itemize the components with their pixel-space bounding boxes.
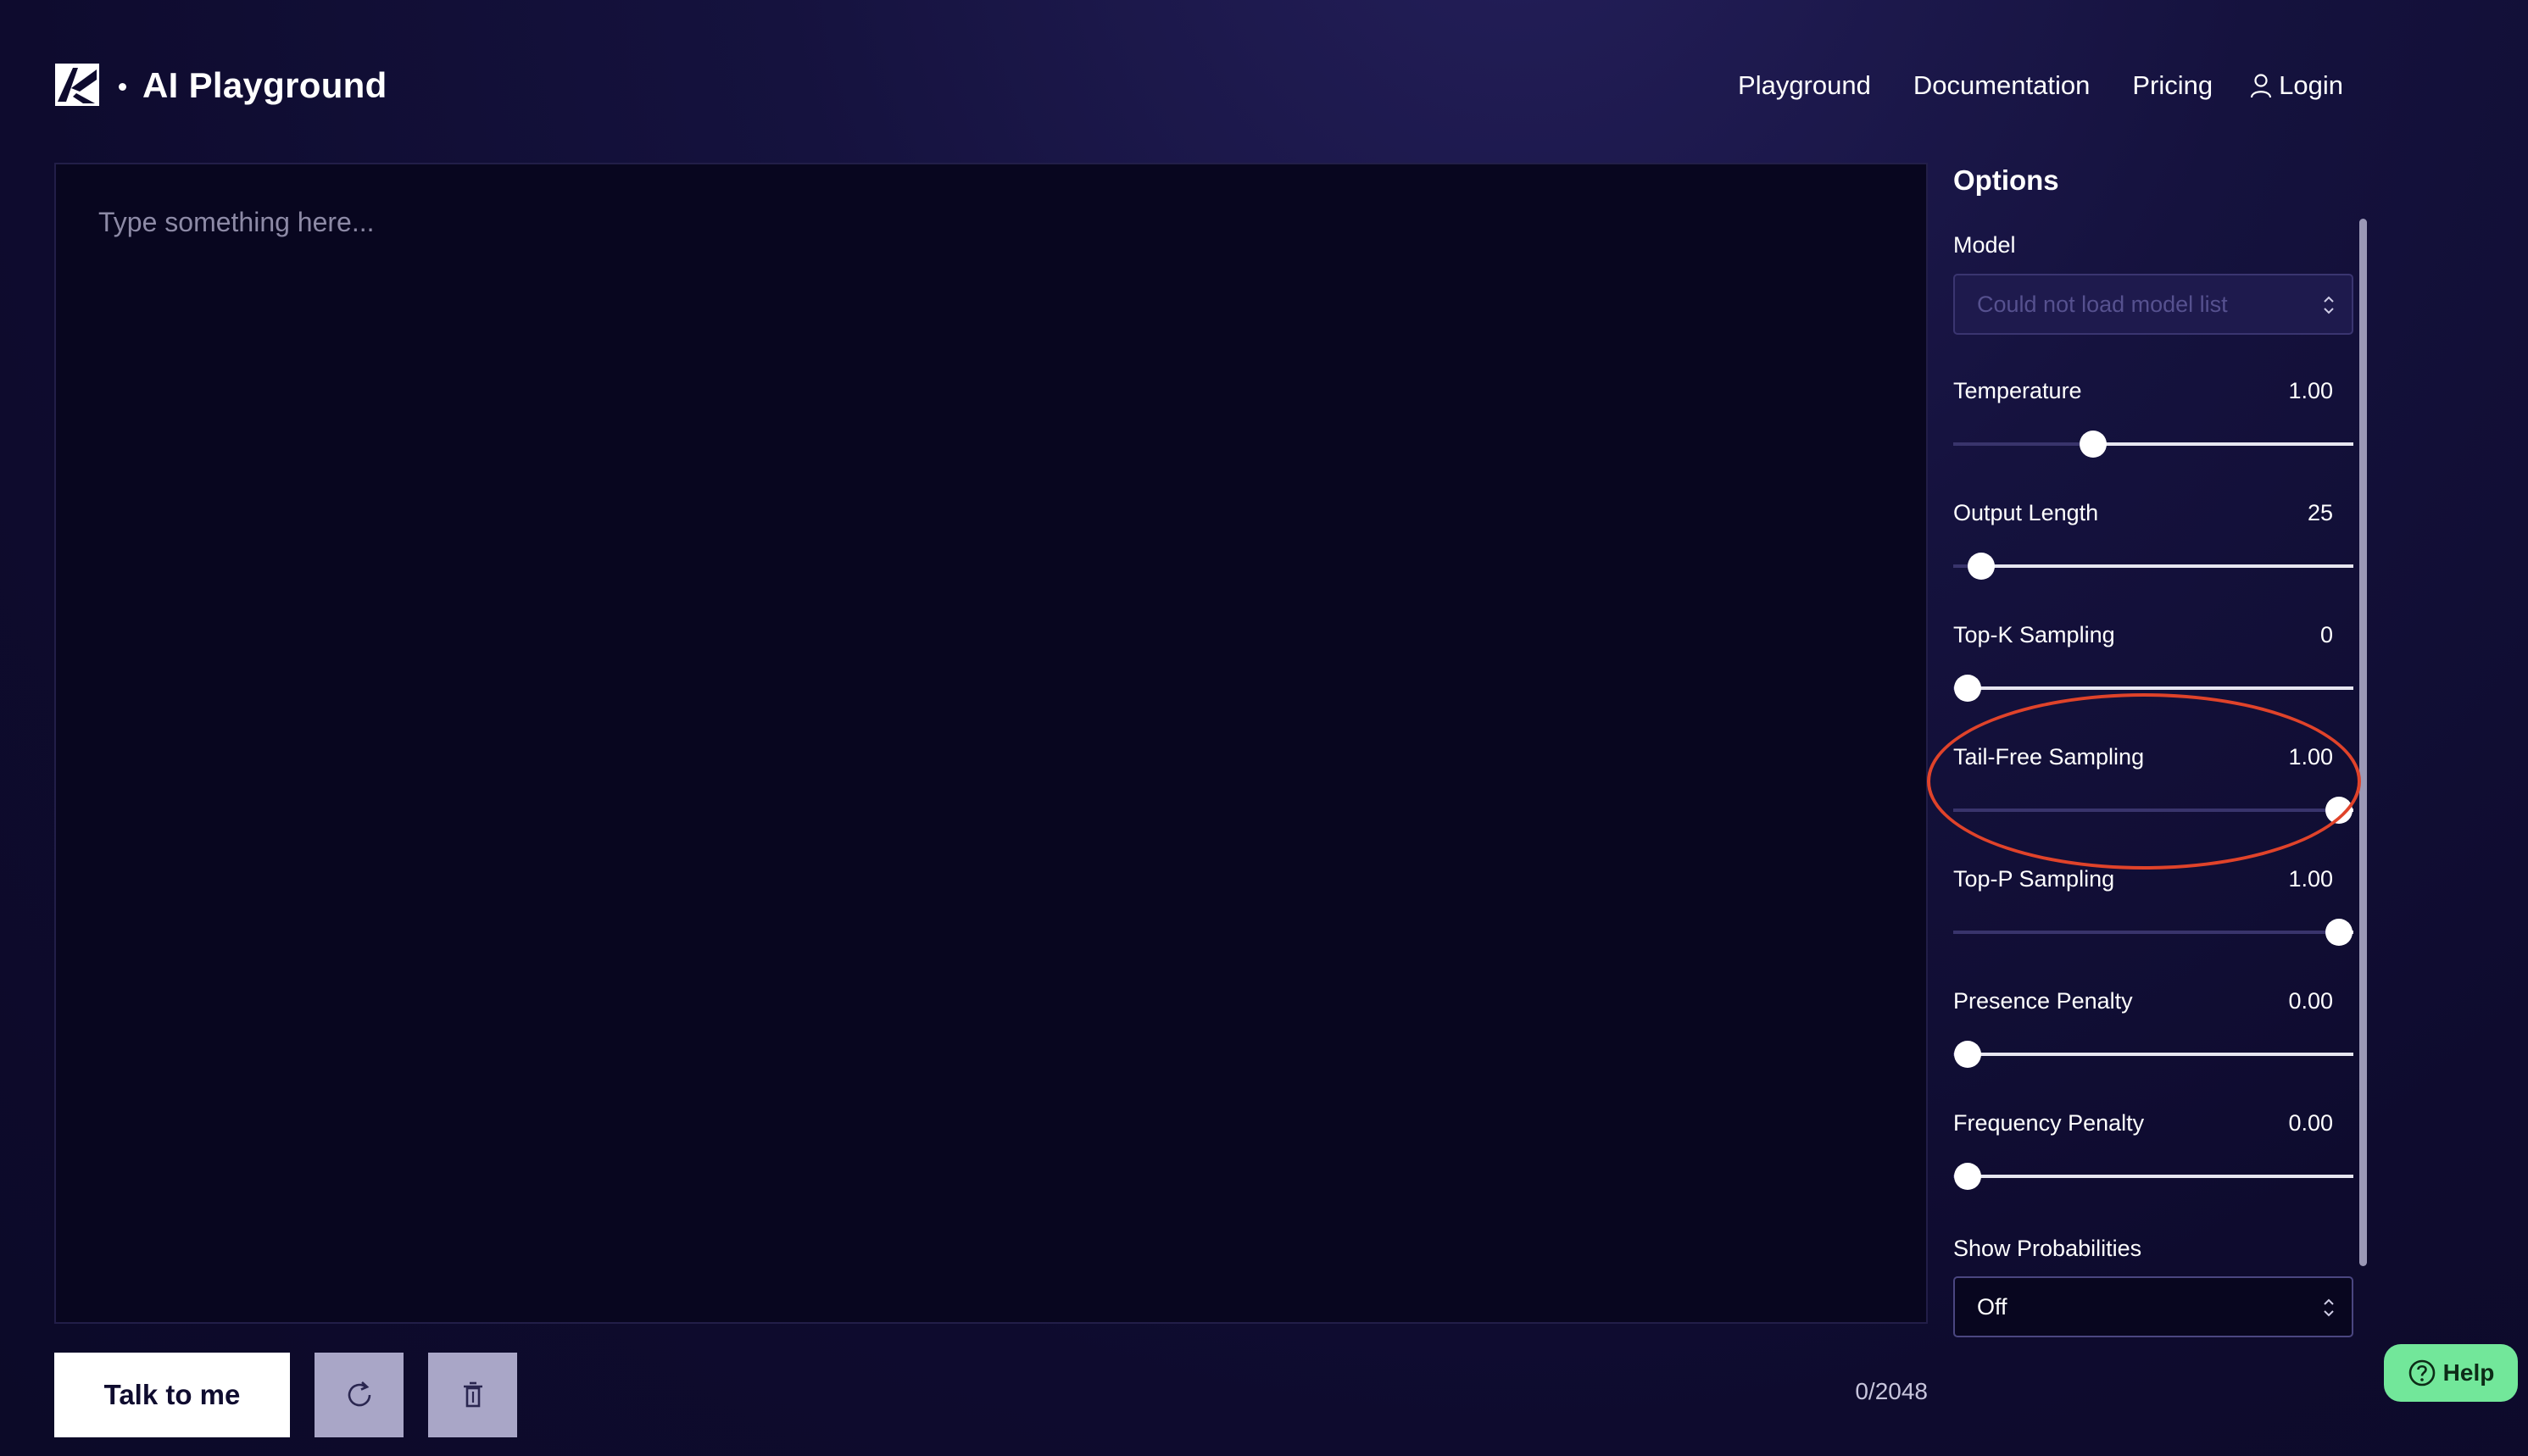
slider-value: 25 (2307, 500, 2333, 525)
talk-button[interactable]: Talk to me (54, 1353, 290, 1437)
page-title[interactable]: AI Playground (142, 63, 387, 108)
slider-value: 1.00 (2288, 378, 2333, 403)
prompt-placeholder: Type something here... (98, 207, 375, 237)
slider-track[interactable] (1953, 919, 2353, 946)
help-icon (2408, 1359, 2435, 1387)
top-nav: Playground Documentation Pricing Login (1738, 66, 2343, 105)
token-counter: 0/2048 (1855, 1378, 1928, 1404)
slider-label: Top-K Sampling (1953, 622, 2115, 647)
slider-thumb[interactable] (1953, 1041, 1981, 1068)
show-probabilities-select[interactable]: Off (1953, 1276, 2353, 1337)
slider-label: Output Length (1953, 500, 2099, 525)
slider-value: 0 (2319, 622, 2333, 647)
nav-pricing[interactable]: Pricing (2132, 66, 2213, 105)
slider-thumb[interactable] (1953, 675, 1981, 702)
logo-icon[interactable] (54, 63, 100, 107)
prompt-textarea[interactable]: Type something here... (54, 163, 1928, 1324)
help-label: Help (2442, 1359, 2495, 1386)
nav-documentation[interactable]: Documentation (1913, 66, 2091, 105)
nav-playground[interactable]: Playground (1738, 66, 1871, 105)
slider-thumb[interactable] (2325, 919, 2353, 946)
slider-track[interactable] (1953, 675, 2353, 702)
brand-separator (119, 83, 126, 91)
regenerate-button[interactable] (315, 1353, 404, 1437)
slider-label: Top-P Sampling (1953, 866, 2115, 892)
slider-fill (1953, 931, 2340, 934)
show-probabilities-label: Show Probabilities (1953, 1236, 2142, 1261)
slider-thumb[interactable] (2080, 431, 2108, 458)
highlight-annotation (1927, 693, 2361, 870)
model-select[interactable]: Could not load model list (1953, 274, 2353, 335)
slider-track[interactable] (1953, 1041, 2353, 1068)
options-scrollbar[interactable] (2359, 219, 2367, 1266)
login-label: Login (2279, 70, 2343, 100)
clear-button[interactable] (428, 1353, 517, 1437)
slider-label: Presence Penalty (1953, 988, 2133, 1014)
slider-value: 0.00 (2288, 1110, 2333, 1136)
model-select-value: Could not load model list (1977, 291, 2228, 317)
chevron-updown-icon (2324, 296, 2334, 314)
slider-track[interactable] (1953, 431, 2353, 458)
slider-value: 0.00 (2288, 988, 2333, 1014)
slider-value: 1.00 (2288, 866, 2333, 892)
slider-fill (1953, 442, 2094, 446)
user-icon (2251, 74, 2272, 98)
slider-thumb[interactable] (1968, 553, 1996, 580)
trash-icon (463, 1381, 482, 1408)
slider-label: Frequency Penalty (1953, 1110, 2145, 1136)
show-probabilities-value: Off (1977, 1293, 2007, 1320)
slider-label: Temperature (1953, 378, 2082, 403)
refresh-icon (348, 1381, 370, 1407)
help-button[interactable]: Help (2384, 1344, 2518, 1402)
login-link[interactable]: Login (2250, 66, 2343, 105)
chevron-updown-icon (2324, 1298, 2334, 1317)
slider-thumb[interactable] (1953, 1163, 1981, 1190)
slider-track[interactable] (1953, 1163, 2353, 1190)
model-label: Model (1953, 232, 2016, 258)
slider-track[interactable] (1953, 553, 2353, 580)
options-title: Options (1953, 164, 2059, 196)
